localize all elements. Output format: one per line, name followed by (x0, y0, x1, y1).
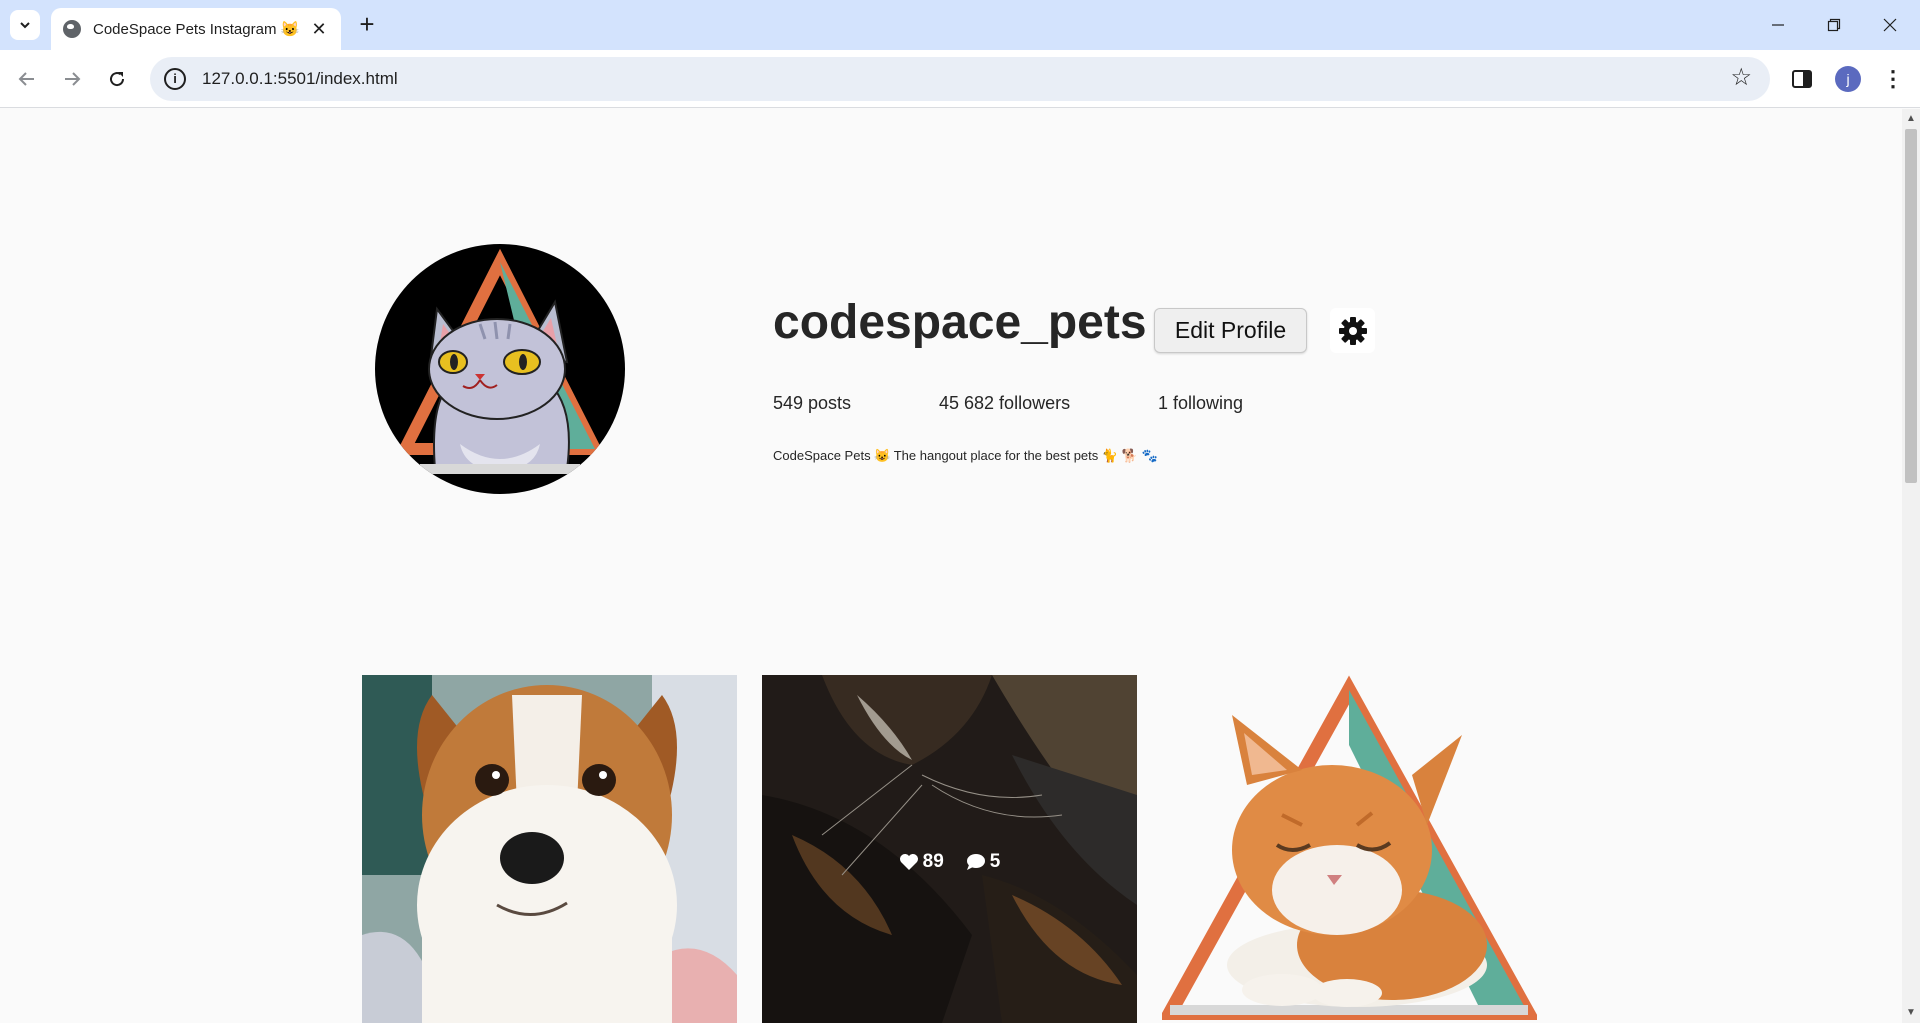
profile-bio: CodeSpace Pets 😺 The hangout place for t… (773, 448, 1158, 463)
post-stats-overlay: 89 5 (762, 675, 1137, 1023)
close-tab-icon[interactable]: ✕ (309, 19, 329, 40)
arrow-left-icon (18, 72, 34, 86)
orange-cat-photo (1162, 675, 1537, 1023)
restore-icon (1827, 18, 1841, 32)
likes-stat: 89 (899, 851, 944, 873)
site-info-icon[interactable]: i (164, 68, 186, 90)
vertical-scrollbar[interactable]: ▲ ▼ (1902, 109, 1920, 1023)
edit-profile-button[interactable]: Edit Profile (1154, 308, 1307, 353)
forward-button[interactable] (55, 62, 89, 96)
posts-count: 549 posts (773, 393, 852, 413)
browser-tabstrip: CodeSpace Pets Instagram 😺 ✕ + (0, 0, 1920, 50)
url-text[interactable]: 127.0.0.1:5501/index.html (202, 69, 398, 89)
browser-tab[interactable]: CodeSpace Pets Instagram 😺 ✕ (51, 8, 341, 50)
profile-username: codespace_pets (773, 296, 1147, 349)
following-count[interactable]: 1 following (1158, 393, 1243, 414)
arrow-right-icon (65, 72, 81, 86)
dog-photo (362, 675, 737, 1023)
new-tab-button[interactable]: + (352, 10, 382, 40)
heart-icon (899, 854, 918, 870)
back-button[interactable] (10, 62, 44, 96)
page-viewport: codespace_pets Edit Profile 549 posts 45… (0, 109, 1902, 1023)
gear-icon (1338, 316, 1367, 345)
chevron-down-icon (20, 22, 30, 29)
minimize-icon (1772, 24, 1784, 26)
bookmark-star-icon[interactable]: ☆ (1730, 66, 1752, 90)
likes-count: 89 (922, 851, 944, 872)
globe-icon (63, 20, 81, 38)
post-orange-cat[interactable] (1162, 675, 1537, 1023)
comments-stat: 5 (966, 851, 1001, 873)
side-panel-button[interactable] (1787, 64, 1817, 94)
close-window-button[interactable] (1862, 0, 1918, 50)
tab-title: CodeSpace Pets Instagram 😺 (93, 21, 300, 38)
minimize-button[interactable] (1750, 0, 1806, 50)
scroll-down-arrow-icon[interactable]: ▼ (1902, 1005, 1920, 1021)
followers-count[interactable]: 45 682 followers (939, 393, 1070, 414)
avatar: j (1835, 66, 1861, 92)
tab-search-button[interactable] (10, 10, 40, 40)
post-calico-cat[interactable]: 89 5 (762, 675, 1137, 1023)
settings-button[interactable] (1330, 308, 1375, 353)
comments-count: 5 (989, 851, 1001, 872)
close-icon (1883, 18, 1897, 32)
address-bar[interactable]: i 127.0.0.1:5501/index.html ☆ (150, 57, 1770, 101)
restore-button[interactable] (1806, 0, 1862, 50)
profile-button[interactable]: j (1833, 64, 1863, 94)
reload-button[interactable] (100, 62, 134, 96)
comment-icon (966, 854, 985, 870)
cat-logo-icon (395, 248, 605, 474)
profile-picture[interactable] (375, 244, 625, 494)
post-dog[interactable] (362, 675, 737, 1023)
side-panel-icon (1792, 70, 1812, 88)
menu-button[interactable]: ⋮ (1878, 64, 1908, 94)
scroll-up-arrow-icon[interactable]: ▲ (1902, 111, 1920, 127)
scroll-thumb[interactable] (1905, 129, 1917, 483)
more-vert-icon: ⋮ (1882, 66, 1904, 91)
reload-icon (110, 72, 125, 87)
browser-toolbar: i 127.0.0.1:5501/index.html ☆ j ⋮ (0, 50, 1920, 108)
